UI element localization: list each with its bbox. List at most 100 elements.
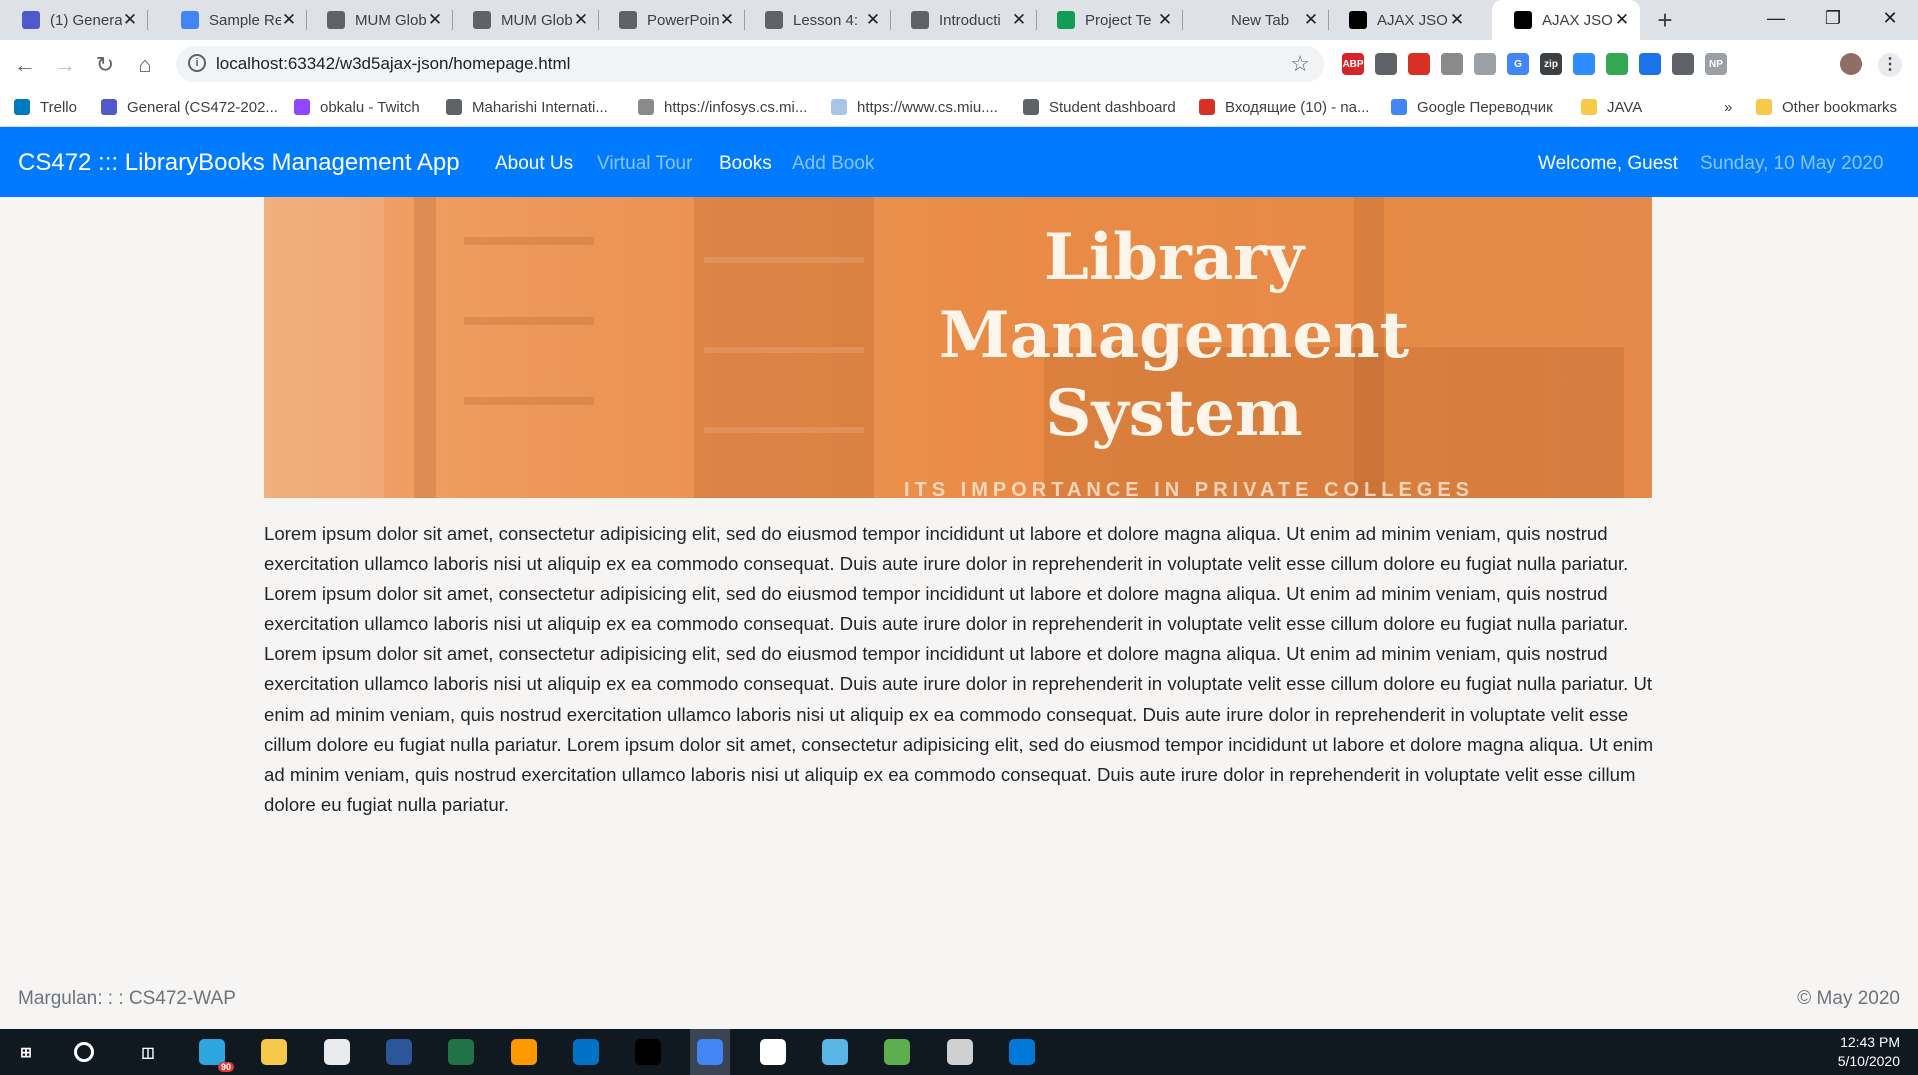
search-circle-icon[interactable] bbox=[74, 1042, 94, 1062]
paint-taskbar-icon[interactable] bbox=[323, 1038, 351, 1066]
app-blue-taskbar-icon[interactable] bbox=[821, 1038, 849, 1066]
globe-icon bbox=[765, 11, 783, 29]
app-green-icon bbox=[884, 1039, 911, 1065]
extension-icon[interactable]: ABP bbox=[1342, 53, 1364, 75]
browser-tab-title: (1) General bbox=[50, 11, 122, 29]
site-brand[interactable]: CS472 ::: LibraryBooks Management App bbox=[18, 149, 460, 177]
extension-icon[interactable] bbox=[1375, 53, 1397, 75]
task-view-icon[interactable]: ◫ bbox=[134, 1038, 162, 1066]
banner-subtitle: ITS IMPORTANCE IN PRIVATE COLLEGES bbox=[904, 479, 1475, 498]
close-tab-icon[interactable]: ✕ bbox=[865, 10, 881, 30]
extension-icon[interactable] bbox=[1606, 53, 1628, 75]
nav-add-book[interactable]: Add Book bbox=[792, 153, 874, 175]
address-url[interactable]: localhost:63342/w3d5ajax-json/homepage.h… bbox=[216, 54, 570, 74]
chrome-taskbar-icon[interactable] bbox=[690, 1029, 731, 1075]
bookmark-label: General (CS472-202... bbox=[127, 98, 278, 116]
back-icon[interactable]: ← bbox=[10, 50, 40, 80]
reload-icon[interactable]: ↻ bbox=[90, 50, 120, 80]
close-tab-icon[interactable]: ✕ bbox=[719, 10, 735, 30]
browser-tab[interactable]: MUM Glob ✕ bbox=[305, 0, 453, 40]
clock-date: 5/10/2020 bbox=[1837, 1053, 1900, 1069]
browser-menu-icon[interactable]: ⋮ bbox=[1878, 53, 1902, 77]
file-explorer-taskbar-icon[interactable] bbox=[260, 1038, 288, 1066]
sublime-taskbar-icon[interactable] bbox=[510, 1038, 538, 1066]
browser-tab[interactable]: Sample Re ✕ bbox=[159, 0, 307, 40]
browser-tab[interactable]: PowerPoin ✕ bbox=[597, 0, 745, 40]
bookmark-label: Входящие (10) - na... bbox=[1225, 98, 1370, 116]
close-tab-icon[interactable]: ✕ bbox=[427, 10, 443, 30]
close-tab-icon[interactable]: ✕ bbox=[1614, 10, 1630, 30]
browser-tab[interactable]: MUM Glob ✕ bbox=[451, 0, 599, 40]
browser-tab[interactable]: (1) General ✕ bbox=[0, 0, 148, 40]
excel-taskbar-icon[interactable] bbox=[447, 1038, 475, 1066]
nav-virtual-tour[interactable]: Virtual Tour bbox=[597, 153, 692, 175]
extension-icon[interactable]: zip bbox=[1540, 53, 1562, 75]
extension-icon[interactable]: G bbox=[1507, 53, 1529, 75]
paint-icon bbox=[323, 1039, 350, 1065]
bookmark-item[interactable]: Trello bbox=[14, 96, 77, 118]
nav-books[interactable]: Books bbox=[719, 153, 772, 175]
telegram-taskbar-icon[interactable]: 90 bbox=[198, 1038, 234, 1072]
extension-icon[interactable]: NP bbox=[1705, 53, 1727, 75]
minimize-button[interactable]: — bbox=[1746, 0, 1806, 36]
bookmark-item[interactable]: obkalu - Twitch bbox=[294, 96, 420, 118]
profile-avatar[interactable] bbox=[1840, 53, 1862, 75]
extension-icon[interactable] bbox=[1639, 53, 1661, 75]
extension-icon[interactable] bbox=[1408, 53, 1430, 75]
address-bar[interactable]: i localhost:63342/w3d5ajax-json/homepage… bbox=[176, 46, 1324, 82]
system-clock[interactable]: 12:43 PM 5/10/2020 bbox=[1838, 1033, 1900, 1071]
new-tab-button[interactable]: + bbox=[1650, 6, 1680, 36]
other-bookmarks[interactable]: Other bookmarks bbox=[1756, 96, 1897, 118]
bookmark-item[interactable]: Student dashboard bbox=[1023, 96, 1176, 118]
bookmark-item[interactable]: General (CS472-202... bbox=[101, 96, 278, 118]
intellij-taskbar-icon[interactable] bbox=[634, 1038, 662, 1066]
browser-tab[interactable]: AJAX JSON✕ bbox=[1492, 0, 1640, 40]
image-icon bbox=[831, 99, 847, 115]
bookmark-star-icon[interactable]: ☆ bbox=[1290, 51, 1310, 77]
site-info-icon[interactable]: i bbox=[188, 54, 206, 72]
bookmark-item[interactable]: JAVA bbox=[1581, 96, 1642, 118]
browser-tab[interactable]: Lesson 4: ✕ bbox=[743, 0, 891, 40]
extension-icon[interactable] bbox=[1441, 53, 1463, 75]
close-tab-icon[interactable]: ✕ bbox=[1011, 10, 1027, 30]
notepad-taskbar-icon[interactable] bbox=[759, 1038, 787, 1066]
close-window-button[interactable]: ✕ bbox=[1860, 0, 1918, 36]
close-tab-icon[interactable]: ✕ bbox=[1157, 10, 1173, 30]
settings-taskbar-icon[interactable] bbox=[946, 1038, 974, 1066]
close-tab-icon[interactable]: ✕ bbox=[281, 10, 297, 30]
close-tab-icon[interactable]: ✕ bbox=[122, 10, 138, 30]
bookmark-item[interactable]: Входящие (10) - na... bbox=[1199, 96, 1369, 118]
browser-tab-title: Sample Re bbox=[209, 11, 281, 29]
extension-icon[interactable] bbox=[1672, 53, 1694, 75]
intellij-icon bbox=[635, 1039, 662, 1065]
browser-tab[interactable]: Project Te ✕ bbox=[1035, 0, 1183, 40]
close-tab-icon[interactable]: ✕ bbox=[1449, 10, 1465, 30]
extension-icon[interactable] bbox=[1474, 53, 1496, 75]
notepad-icon bbox=[759, 1039, 786, 1065]
forward-icon[interactable]: → bbox=[50, 50, 80, 80]
outlook-taskbar-icon[interactable] bbox=[572, 1038, 600, 1066]
windows-start-icon[interactable]: ⊞ bbox=[12, 1038, 40, 1066]
close-tab-icon[interactable]: ✕ bbox=[1303, 10, 1319, 30]
home-icon[interactable]: ⌂ bbox=[130, 50, 160, 80]
photos-taskbar-icon[interactable] bbox=[1008, 1038, 1036, 1066]
maximize-button[interactable]: ❐ bbox=[1803, 0, 1863, 36]
bookmark-item[interactable]: https://infosys.cs.mi... bbox=[638, 96, 807, 118]
excel-icon bbox=[448, 1039, 475, 1065]
extension-icon[interactable] bbox=[1573, 53, 1595, 75]
close-tab-icon[interactable]: ✕ bbox=[573, 10, 589, 30]
twitch-icon bbox=[294, 99, 310, 115]
footer-copyright: © May 2020 bbox=[1797, 988, 1900, 1009]
browser-tab-title: MUM Glob bbox=[355, 11, 427, 29]
browser-tab[interactable]: Introducti ✕ bbox=[889, 0, 1037, 40]
bookmark-item[interactable]: Google Переводчик bbox=[1391, 96, 1553, 118]
site-navbar: CS472 ::: LibraryBooks Management App Ab… bbox=[0, 127, 1918, 197]
bookmark-item[interactable]: Maharishi Internati... bbox=[446, 96, 608, 118]
word-taskbar-icon[interactable] bbox=[385, 1038, 413, 1066]
browser-tab[interactable]: AJAX JSON✕ bbox=[1327, 0, 1475, 40]
app-green-taskbar-icon[interactable] bbox=[883, 1038, 911, 1066]
bookmark-item[interactable]: https://www.cs.miu.... bbox=[831, 96, 998, 118]
browser-tab[interactable]: New Tab ✕ bbox=[1181, 0, 1329, 40]
nav-about-us[interactable]: About Us bbox=[495, 153, 573, 175]
bookmarks-overflow-button[interactable]: » bbox=[1724, 96, 1732, 118]
